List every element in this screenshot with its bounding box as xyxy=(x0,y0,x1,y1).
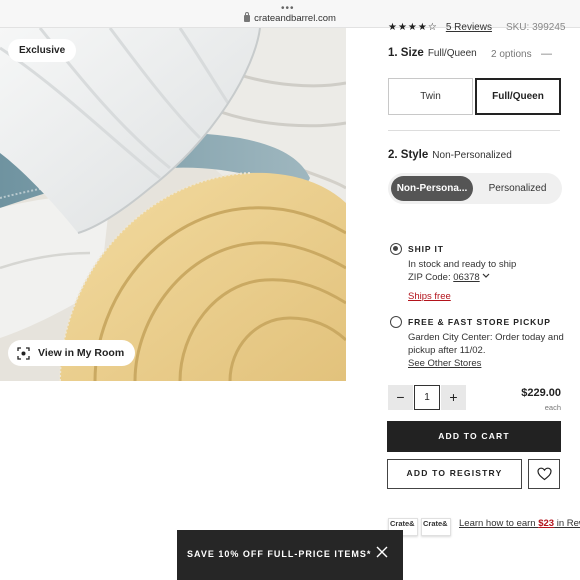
add-to-cart-button[interactable]: ADD TO CART xyxy=(387,421,561,452)
collapse-icon[interactable]: — xyxy=(541,48,552,60)
pickup-line-2: pickup after 11/02. xyxy=(408,345,486,356)
size-option-twin[interactable]: Twin xyxy=(388,78,473,115)
favorite-button[interactable] xyxy=(528,459,560,489)
rewards-amount: $23 xyxy=(538,518,555,529)
size-heading: 1. Size xyxy=(388,47,424,59)
ship-it-title: SHIP IT xyxy=(408,244,444,254)
view-in-my-room-button[interactable]: View in My Room xyxy=(8,340,136,366)
zip-code-label: ZIP Code: xyxy=(408,272,451,283)
product-image[interactable]: Exclusive View in My Room xyxy=(0,28,346,381)
style-label-row[interactable]: 2. Style Non-Personalized xyxy=(388,149,512,161)
style-option-non-personalized[interactable]: Non-Persona... xyxy=(391,176,473,201)
size-selected-value: Full/Queen xyxy=(427,48,477,59)
style-selected-value: Non-Personalized xyxy=(432,150,512,161)
decrease-quantity-button[interactable]: − xyxy=(388,385,413,410)
price: $229.00 xyxy=(521,387,561,399)
size-options-count: 2 options xyxy=(491,49,532,60)
quilt-photo xyxy=(0,28,346,381)
exclusive-badge: Exclusive xyxy=(8,39,77,62)
divider xyxy=(388,130,560,131)
ar-view-icon xyxy=(17,346,30,360)
zip-code-row: ZIP Code: 06378 xyxy=(408,271,490,284)
chevron-down-icon[interactable] xyxy=(482,273,490,279)
stock-status: In stock and ready to ship xyxy=(408,259,517,270)
quantity-stepper: − 1 + xyxy=(388,385,466,410)
style-option-personalized[interactable]: Personalized xyxy=(476,176,559,201)
reviews-link[interactable]: 5 Reviews xyxy=(446,22,492,33)
star-rating: ★★★★☆ xyxy=(388,22,438,33)
store-pickup-title: FREE & FAST STORE PICKUP xyxy=(408,317,551,327)
pickup-line-1: Garden City Center: Order today and xyxy=(408,332,564,343)
view-in-my-room-label: View in My Room xyxy=(38,347,125,359)
promo-text: SAVE 10% OFF FULL-PRICE ITEMS* xyxy=(187,549,372,559)
zip-code-link[interactable]: 06378 xyxy=(453,272,479,283)
quantity-input[interactable]: 1 xyxy=(414,385,440,410)
ships-free-link[interactable]: Ships free xyxy=(408,290,451,303)
size-label-row[interactable]: 1. Size Full/Queen xyxy=(388,47,477,59)
see-other-stores-link[interactable]: See Other Stores xyxy=(408,357,481,370)
add-to-registry-button[interactable]: ADD TO REGISTRY xyxy=(387,459,522,489)
size-option-full-queen[interactable]: Full/Queen xyxy=(475,78,561,115)
url-text: crateandbarrel.com xyxy=(254,13,336,24)
style-heading: 2. Style xyxy=(388,149,429,161)
rating-row: ★★★★☆ 5 Reviews SKU: 399245 xyxy=(388,22,580,34)
close-icon[interactable] xyxy=(374,544,390,560)
sku-label: SKU: 399245 xyxy=(505,22,566,33)
ship-it-radio[interactable] xyxy=(390,243,402,255)
promo-banner[interactable]: SAVE 10% OFF FULL-PRICE ITEMS* xyxy=(177,530,403,580)
increase-quantity-button[interactable]: + xyxy=(441,385,466,410)
heart-icon xyxy=(536,467,552,481)
store-pickup-radio[interactable] xyxy=(390,316,402,328)
price-unit: each xyxy=(544,403,561,412)
lock-icon xyxy=(244,12,251,22)
style-toggle: Non-Persona... Personalized xyxy=(388,173,562,204)
crate-mastercard-logo: Crate& xyxy=(421,518,451,536)
rewards-learn-link[interactable]: Learn how to earn $23 in Rew xyxy=(459,518,580,529)
